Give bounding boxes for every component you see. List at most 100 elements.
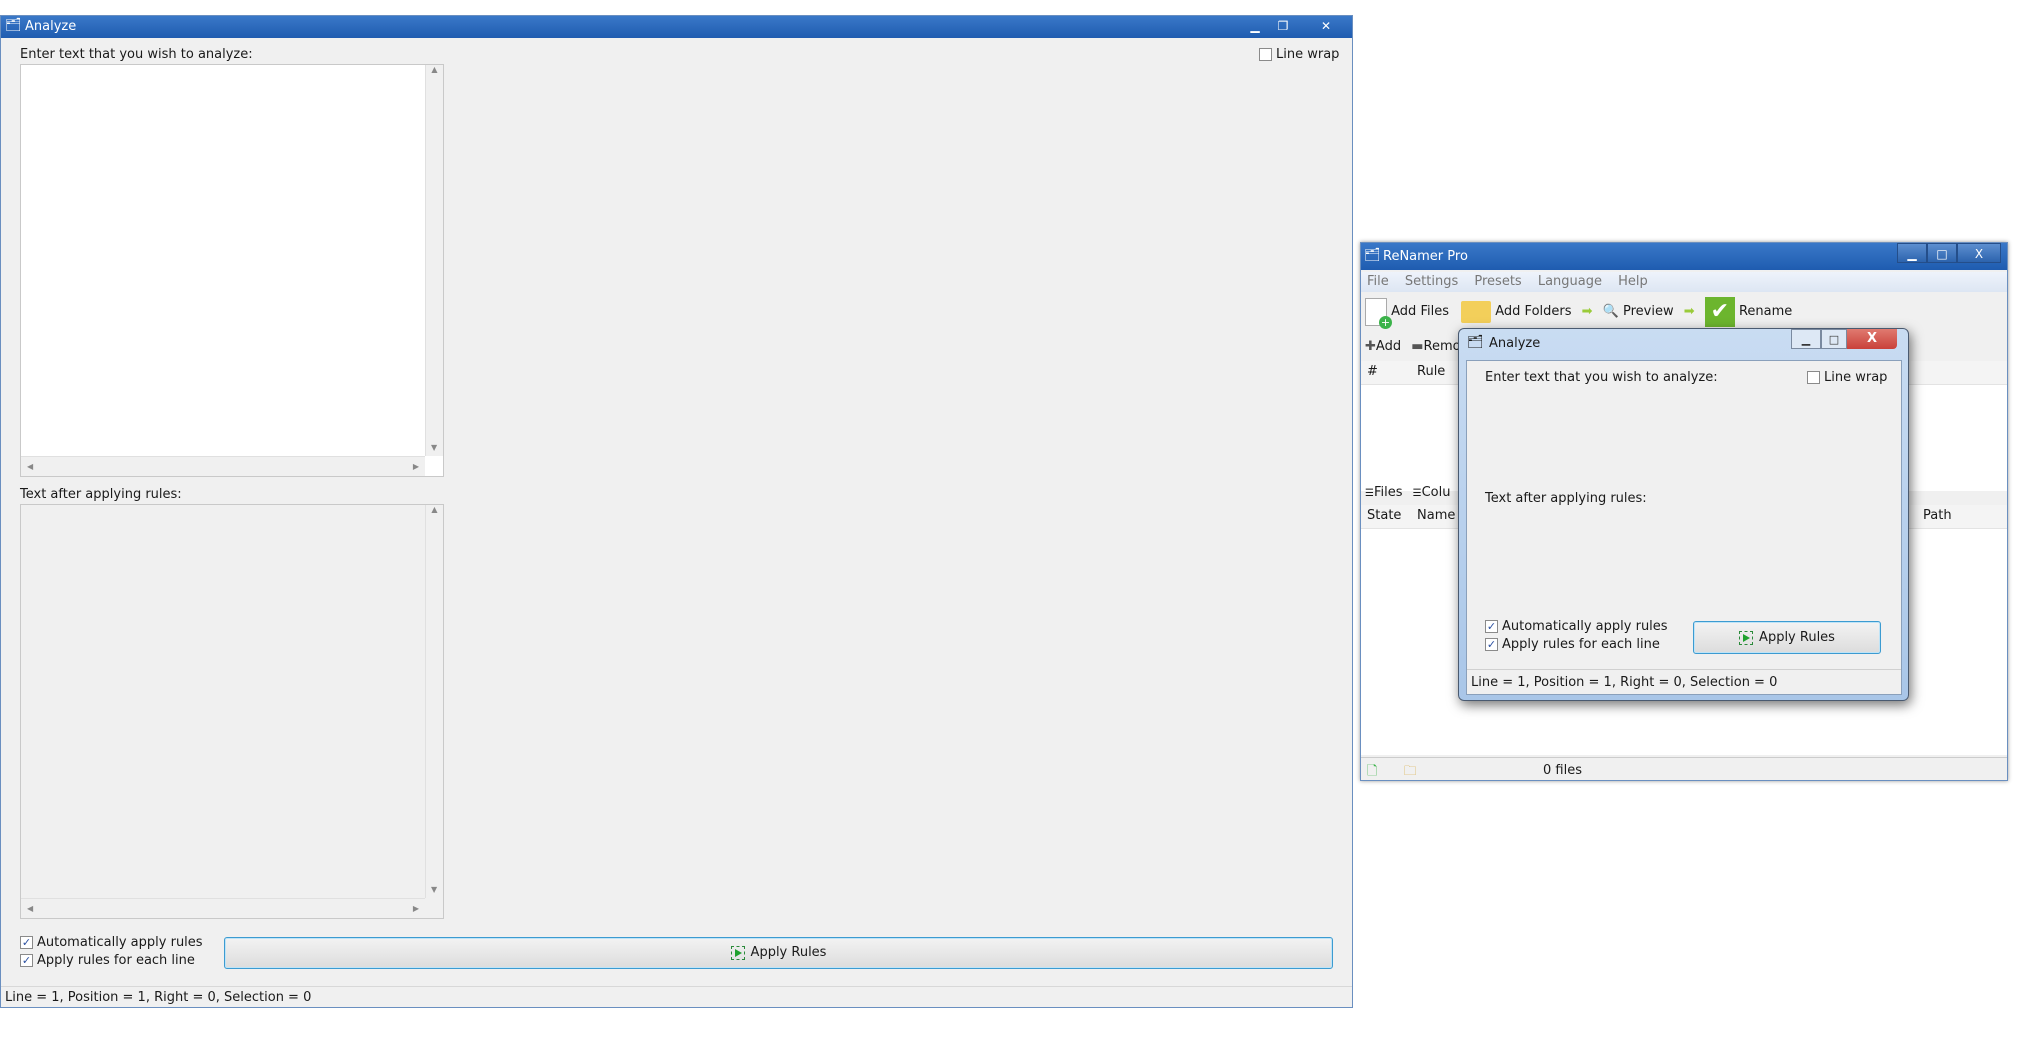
line-wrap-label: Line wrap (1824, 370, 1888, 385)
checkbox-box[interactable] (1807, 371, 1820, 384)
horizontal-scrollbar[interactable]: ◀ ▶ (21, 456, 425, 476)
add-rule-button[interactable]: ✚Add (1365, 339, 1401, 354)
play-icon (730, 945, 745, 960)
menu-file[interactable]: File (1367, 274, 1389, 289)
checkbox-checked-icon[interactable]: ✓ (1485, 638, 1498, 651)
menu-bar: File Settings Presets Language Help (1361, 272, 2007, 292)
close-button[interactable]: ✕ (1306, 16, 1346, 36)
dialog-client: Enter text that you wish to analyze: Lin… (1466, 360, 1902, 695)
output-label: Text after applying rules: (20, 487, 182, 502)
apply-rules-button[interactable]: Apply Rules (1693, 621, 1881, 654)
add-file-icon: + (1365, 297, 1392, 329)
checkbox-checked-icon[interactable]: ✓ (1485, 620, 1498, 633)
status-bar: Line = 1, Position = 1, Right = 0, Selec… (1467, 669, 1901, 695)
analyze-dialog: 🗂 Analyze ▁ □ X Enter text that you wish… (1458, 328, 1909, 701)
minus-icon: ▬ (1411, 339, 1424, 354)
checkbox-box[interactable] (1259, 48, 1272, 61)
play-icon (1739, 630, 1754, 645)
rename-label: Rename (1738, 304, 1793, 319)
files-toolbar: ☰Files ☰Colu (1365, 485, 1451, 500)
arrow-right-icon: ➡ (1683, 304, 1695, 319)
add-folders-label: Add Folders (1495, 304, 1572, 319)
window-title: ReNamer Pro (1383, 249, 1468, 264)
column-path[interactable]: Path (1923, 508, 1952, 523)
preview-button[interactable]: 🔍 Preview (1603, 304, 1674, 319)
folder-search-icon[interactable]: 🗀 (1404, 764, 1417, 779)
maximize-button[interactable]: □ (1927, 243, 1957, 263)
add-rule-label: Add (1375, 339, 1402, 354)
app-icon: 🗂 (1364, 248, 1381, 263)
add-files-label: Add Files (1391, 304, 1449, 319)
menu-presets[interactable]: Presets (1474, 274, 1521, 289)
checkmark-icon: ✔ (1704, 296, 1735, 327)
title-bar[interactable]: 🗂 ReNamer Pro ▁ □ X (1361, 243, 2007, 270)
line-wrap-label: Line wrap (1276, 47, 1340, 62)
remove-rule-button[interactable]: ▬Remo (1411, 339, 1460, 354)
status-bar: Line = 1, Position = 1, Right = 0, Selec… (1, 986, 1352, 1008)
plus-icon: ✚ (1365, 339, 1376, 354)
folder-icon (1461, 300, 1492, 323)
add-folders-button[interactable]: Add Folders (1461, 300, 1572, 323)
menu-language[interactable]: Language (1538, 274, 1602, 289)
files-menu-button[interactable]: ☰Files (1365, 485, 1403, 500)
close-button[interactable]: X (1957, 243, 2001, 263)
preview-label: Preview (1623, 304, 1674, 319)
status-bar: 🗋 🗀 0 files (1361, 757, 2007, 781)
add-files-button[interactable]: + Add Files (1365, 297, 1449, 329)
auto-apply-label: Automatically apply rules (1502, 619, 1668, 634)
maximize-button[interactable]: ❐ (1269, 16, 1297, 36)
maximize-button[interactable]: □ (1821, 329, 1847, 349)
apply-rules-label: Apply Rules (1759, 630, 1835, 645)
minimize-button[interactable]: ▁ (1897, 243, 1927, 263)
checkbox-checked-icon[interactable]: ✓ (20, 954, 33, 967)
column-number[interactable]: # (1367, 364, 1417, 379)
app-icon: 🗂 (1467, 335, 1484, 350)
list-icon: ☰ (1365, 488, 1374, 499)
vertical-scrollbar[interactable]: ▲ ▼ (425, 65, 443, 456)
files-label: Files (1373, 485, 1403, 500)
checkbox-checked-icon[interactable]: ✓ (20, 936, 33, 949)
apply-rules-label: Apply Rules (750, 945, 827, 960)
each-line-checkbox[interactable]: ✓ Apply rules for each line (1485, 637, 1660, 652)
minimize-button[interactable]: ▁ (1791, 329, 1821, 349)
columns-label: Colu (1421, 485, 1451, 500)
status-text: Line = 1, Position = 1, Right = 0, Selec… (5, 990, 312, 1005)
menu-help[interactable]: Help (1618, 274, 1648, 289)
title-bar[interactable]: 🗂 Analyze ▁ ❐ ✕ (1, 16, 1352, 38)
app-icon: 🗂 (5, 18, 22, 33)
line-wrap-checkbox[interactable]: Line wrap (1259, 47, 1339, 62)
magnifier-icon: 🔍 (1602, 304, 1619, 319)
each-line-checkbox[interactable]: ✓ Apply rules for each line (20, 953, 195, 968)
arrow-right-icon: ➡ (1581, 304, 1593, 319)
output-label: Text after applying rules: (1485, 491, 1647, 506)
auto-apply-checkbox[interactable]: ✓ Automatically apply rules (20, 935, 203, 950)
status-text: Line = 1, Position = 1, Right = 0, Selec… (1471, 675, 1778, 690)
line-wrap-checkbox[interactable]: Line wrap (1807, 370, 1887, 385)
input-label: Enter text that you wish to analyze: (1485, 370, 1718, 385)
rules-toolbar: ✚Add ▬Remo (1365, 339, 1461, 354)
minimize-button[interactable]: ▁ (1241, 16, 1269, 36)
close-button[interactable]: X (1847, 329, 1897, 349)
remove-rule-label: Remo (1423, 339, 1461, 354)
menu-settings[interactable]: Settings (1405, 274, 1458, 289)
add-file-icon[interactable]: 🗋 (1367, 764, 1377, 779)
window-title: Analyze (25, 19, 77, 34)
file-count: 0 files (1543, 763, 1582, 778)
auto-apply-label: Automatically apply rules (37, 935, 203, 950)
columns-menu-button[interactable]: ☰Colu (1413, 485, 1451, 500)
rename-button[interactable]: ✔ Rename (1704, 296, 1793, 327)
column-name[interactable]: Name (1417, 508, 1455, 523)
analyze-window: 🗂 Analyze ▁ ❐ ✕ Enter text that you wish… (0, 15, 1353, 1008)
apply-rules-button[interactable]: Apply Rules (224, 937, 1333, 969)
auto-apply-checkbox[interactable]: ✓ Automatically apply rules (1485, 619, 1668, 634)
column-rule[interactable]: Rule (1417, 364, 1445, 379)
vertical-scrollbar[interactable]: ▲ ▼ (425, 505, 443, 898)
dialog-title: Analyze (1489, 336, 1541, 351)
list-icon: ☰ (1412, 488, 1422, 499)
input-label: Enter text that you wish to analyze: (20, 47, 253, 62)
column-state[interactable]: State (1367, 508, 1417, 523)
input-textarea[interactable]: ▲ ▼ ◀ ▶ (20, 64, 444, 477)
each-line-label: Apply rules for each line (37, 953, 195, 968)
output-textarea[interactable]: ▲ ▼ ◀ ▶ (20, 504, 444, 919)
horizontal-scrollbar[interactable]: ◀ ▶ (21, 898, 425, 918)
